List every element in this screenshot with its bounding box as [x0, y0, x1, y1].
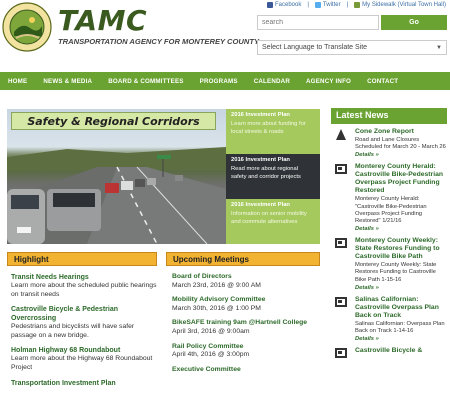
- list-item: Castroville Bicycle &: [335, 347, 447, 359]
- newspaper-icon: [335, 296, 349, 342]
- nav-news-media[interactable]: NEWS & MEDIA: [35, 78, 100, 85]
- meeting-link[interactable]: Board of Directors: [172, 273, 322, 282]
- details-link[interactable]: Details »: [355, 152, 447, 158]
- list-item: Holman Highway 68 Roundabout Learn more …: [11, 346, 161, 372]
- list-item: Rail Policy Committee April 4th, 2016 @ …: [172, 343, 322, 360]
- hero-panel-regional[interactable]: 2016 Investment Plan Read more about reg…: [226, 154, 320, 199]
- brand-subtitle: TRANSPORTATION AGENCY FOR MONTEREY COUNT…: [58, 37, 260, 46]
- list-item: Salinas Californian: Castroville Overpas…: [335, 296, 447, 342]
- newspaper-icon: [335, 238, 349, 291]
- details-link[interactable]: Details »: [355, 336, 447, 342]
- site-header: TAMC TRANSPORTATION AGENCY FOR MONTEREY …: [0, 0, 450, 68]
- nav-programs[interactable]: PROGRAMS: [192, 78, 246, 85]
- list-item: Transportation Investment Plan: [11, 379, 161, 388]
- highlight-link[interactable]: Transportation Investment Plan: [11, 379, 161, 388]
- hero-side-panels: 2016 Investment Plan Learn more about fu…: [226, 109, 320, 244]
- list-item: BikeSAFE training 9am @Hartnell College …: [172, 319, 322, 336]
- meeting-date: March 23rd, 2016 @ 9:00 AM: [172, 281, 261, 289]
- social-links: Facebook | Twitter | My Sidewalk (Virtua…: [267, 2, 446, 8]
- news-title-link[interactable]: Monterey County Weekly: State Restores F…: [355, 237, 447, 261]
- list-item: Castroville Bicycle & Pedestrian Overcro…: [11, 305, 161, 340]
- highlight-heading: Highlight: [14, 254, 49, 264]
- upcoming-list: Board of Directors March 23rd, 2016 @ 9:…: [172, 273, 322, 380]
- news-desc: Monterey County Weekly: State Restores F…: [355, 262, 437, 283]
- nav-home[interactable]: HOME: [0, 78, 35, 85]
- meeting-link[interactable]: BikeSAFE training 9am @Hartnell College: [172, 319, 322, 328]
- search-input[interactable]: [257, 15, 379, 30]
- upcoming-heading: Upcoming Meetings: [173, 254, 250, 264]
- news-title-link[interactable]: Monterey County Herald: Castroville Bike…: [355, 163, 447, 195]
- language-select[interactable]: Select Language to Translate Site ▼: [257, 40, 447, 55]
- hero-panel-text: Information on senior mobility and commu…: [231, 211, 307, 225]
- news-title-link[interactable]: Cone Zone Report: [355, 128, 447, 136]
- nav-board-committees[interactable]: BOARD & COMMITTEES: [100, 78, 191, 85]
- hero-title: Safety & Regional Corridors: [27, 114, 200, 128]
- hero-panel-text: Learn more about funding for local stree…: [231, 121, 306, 135]
- nav-agency-info[interactable]: AGENCY INFO: [298, 78, 359, 85]
- hero-panel-title: 2016 Investment Plan: [231, 202, 290, 208]
- highlight-link[interactable]: Holman Highway 68 Roundabout: [11, 346, 161, 355]
- hero-panel-streets[interactable]: 2016 Investment Plan Learn more about fu…: [226, 109, 320, 154]
- nav-calendar[interactable]: CALENDAR: [246, 78, 298, 85]
- twitter-link[interactable]: Twitter: [314, 2, 341, 8]
- list-item: Mobility Advisory Committee March 30th, …: [172, 296, 322, 313]
- hero-highway-photo[interactable]: Safety & Regional Corridors: [7, 109, 226, 244]
- tamc-seal-logo[interactable]: [2, 2, 52, 52]
- news-desc: Salinas Californian: Overpass Plan Back …: [355, 320, 445, 335]
- list-item: Cone Zone Report Road and Lane Closures …: [335, 128, 447, 158]
- list-item: Monterey County Herald: Castroville Bike…: [335, 163, 447, 232]
- meeting-date: April 4th, 2016 @ 3:00pm: [172, 351, 250, 359]
- latest-news-heading: Latest News: [336, 110, 389, 120]
- hero-panel-title: 2016 Investment Plan: [231, 112, 290, 118]
- highlight-link[interactable]: Castroville Bicycle & Pedestrian Overcro…: [11, 305, 161, 323]
- highlight-heading-bar: Highlight: [7, 252, 157, 266]
- meeting-date: March 30th, 2016 @ 1:00 PM: [172, 304, 261, 312]
- main-nav: HOME NEWS & MEDIA BOARD & COMMITTEES PRO…: [0, 72, 450, 90]
- cone-icon: [335, 129, 349, 158]
- hero-panel-text: Read more about regional safety and corr…: [231, 166, 301, 180]
- newspaper-icon: [335, 348, 349, 359]
- search-go-button[interactable]: Go: [381, 15, 447, 30]
- hero-panel-mobility[interactable]: 2016 Investment Plan Information on seni…: [226, 199, 320, 244]
- meeting-date: April 3rd, 2016 @ 9:00am: [172, 327, 250, 335]
- facebook-link[interactable]: Facebook: [267, 2, 301, 8]
- hero-panel-title: 2016 Investment Plan: [231, 157, 290, 163]
- hero-slider: Safety & Regional Corridors 2016 Investm…: [7, 109, 320, 244]
- details-link[interactable]: Details »: [355, 226, 447, 232]
- news-desc: Monterey County Herald: "Castroville Bik…: [355, 196, 427, 225]
- news-desc: Road and Lane Closures Scheduled for Mar…: [355, 137, 446, 151]
- highlight-desc: Pedestrians and bicyclists will have saf…: [11, 323, 135, 339]
- hero-title-bar: Safety & Regional Corridors: [11, 112, 216, 130]
- list-item: Transit Needs Hearings Learn more about …: [11, 273, 161, 299]
- highlight-desc: Learn more about the scheduled public he…: [11, 282, 157, 298]
- list-item: Board of Directors March 23rd, 2016 @ 9:…: [172, 273, 322, 290]
- language-select-label: Select Language to Translate Site: [262, 44, 368, 51]
- newspaper-icon: [335, 164, 349, 232]
- news-title-link[interactable]: Salinas Californian: Castroville Overpas…: [355, 296, 447, 320]
- meeting-link[interactable]: Rail Policy Committee: [172, 343, 322, 352]
- meeting-link[interactable]: Mobility Advisory Committee: [172, 296, 322, 305]
- sidewalk-icon: [354, 2, 361, 8]
- highlight-desc: Learn more about the Highway 68 Roundabo…: [11, 355, 153, 371]
- my-sidewalk-link[interactable]: My Sidewalk (Virtual Town Hall): [354, 2, 446, 8]
- highlight-link[interactable]: Transit Needs Hearings: [11, 273, 161, 282]
- news-title-link[interactable]: Castroville Bicycle &: [355, 347, 447, 355]
- details-link[interactable]: Details »: [355, 285, 447, 291]
- chevron-down-icon: ▼: [436, 44, 442, 51]
- latest-news-list: Cone Zone Report Road and Lane Closures …: [335, 128, 447, 363]
- facebook-icon: [267, 2, 273, 8]
- upcoming-heading-bar: Upcoming Meetings: [166, 252, 320, 266]
- twitter-icon: [314, 2, 321, 8]
- list-item: Monterey County Weekly: State Restores F…: [335, 237, 447, 291]
- latest-news-heading-bar: Latest News: [331, 108, 447, 124]
- highlight-list: Transit Needs Hearings Learn more about …: [11, 273, 161, 394]
- list-item: Executive Committee: [172, 366, 322, 375]
- nav-contact[interactable]: CONTACT: [359, 78, 406, 85]
- meeting-link[interactable]: Executive Committee: [172, 366, 322, 375]
- brand-name[interactable]: TAMC: [58, 6, 259, 36]
